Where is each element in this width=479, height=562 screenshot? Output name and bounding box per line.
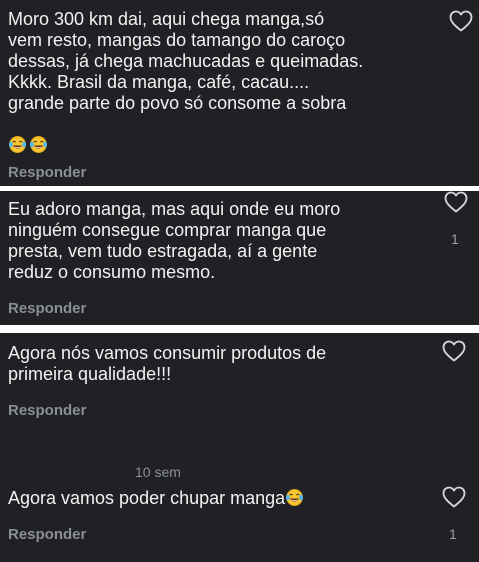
heart-outline-icon[interactable] (444, 191, 468, 213)
like-count: 1 (451, 231, 459, 247)
comment-text: Moro 300 km dai, aqui chega manga,só vem… (8, 9, 364, 113)
reply-button[interactable]: Responder (8, 526, 86, 543)
comment-text: Agora vamos poder chupar manga (8, 488, 286, 508)
reply-comment: Agora vamos poder chupar manga (8, 488, 306, 509)
heart-outline-icon[interactable] (449, 10, 473, 32)
heart-outline-icon[interactable] (442, 340, 466, 362)
comment-card-3: Agora nós vamos consumir produtos de pri… (0, 333, 479, 562)
reply-button[interactable]: Responder (8, 300, 86, 317)
comment-card-2: Eu adoro manga, mas aqui onde eu moro ni… (0, 191, 479, 325)
emoji-row (8, 135, 50, 156)
reply-button[interactable]: Responder (8, 164, 86, 181)
comment-card-1: Moro 300 km dai, aqui chega manga,só vem… (0, 0, 479, 186)
reply-button[interactable]: Responder (8, 402, 86, 419)
comment-text: Eu adoro manga, mas aqui onde eu moro ni… (8, 199, 341, 282)
face-with-tears-of-joy-icon (29, 135, 48, 154)
face-with-tears-of-joy-icon (8, 135, 27, 154)
face-with-tears-of-joy-icon (285, 488, 304, 507)
heart-outline-icon[interactable] (442, 486, 466, 508)
like-count: 1 (449, 526, 457, 542)
timestamp: 10 sem (135, 464, 181, 480)
comment-text: Agora nós vamos consumir produtos de pri… (8, 343, 327, 384)
